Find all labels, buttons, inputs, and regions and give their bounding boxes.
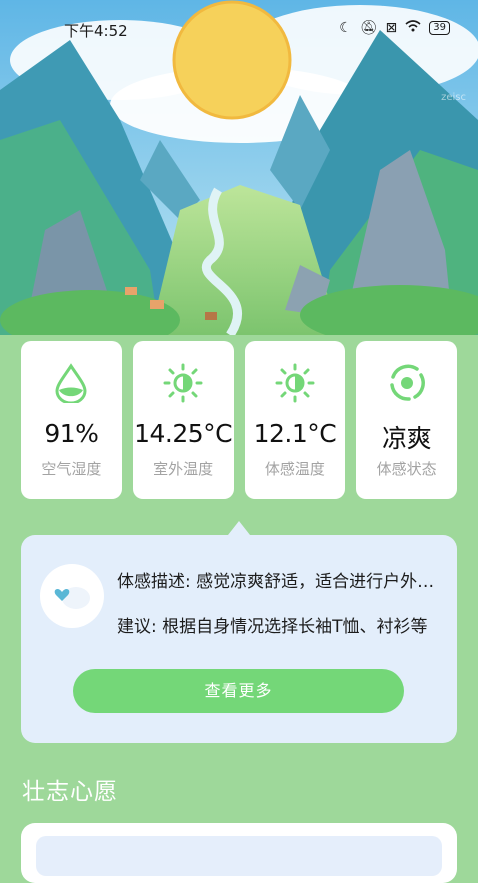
feel-description: 体感描述: 感觉凉爽舒适，适合进行户外活动 (117, 572, 435, 592)
wish-card-inner (36, 836, 442, 876)
hero-landscape-image (0, 0, 478, 335)
status-bar: 下午4:52 ☾ 🔕︎ ⊠ 39 (0, 18, 478, 42)
comfort-status-value: 凉爽 (382, 424, 432, 453)
card-comfort-status[interactable]: 凉爽 体感状态 (356, 341, 457, 499)
section-title: 壮志心愿 (22, 779, 118, 805)
status-time: 下午4:52 (64, 22, 128, 40)
card-humidity[interactable]: 91% 空气湿度 (21, 341, 122, 499)
panel-pointer (228, 521, 250, 535)
comfort-ring-icon (389, 364, 425, 401)
water-drop-icon (55, 363, 87, 403)
view-more-button[interactable]: 查看更多 (73, 669, 404, 713)
heart-cloud-icon (40, 564, 104, 628)
battery-icon: 39 (429, 21, 450, 35)
feels-like-label: 体感温度 (264, 460, 325, 478)
outdoor-temp-value: 14.25°C (134, 419, 233, 448)
wish-card[interactable] (21, 823, 457, 883)
bell-off-icon: 🔕︎ (359, 20, 378, 36)
comfort-status-label: 体感状态 (376, 460, 437, 478)
feels-like-value: 12.1°C (253, 419, 337, 448)
clothing-suggestion: 建议: 根据自身情况选择长袖T恤、衬衫等 (117, 617, 428, 637)
wifi-icon (405, 20, 421, 36)
card-feels-like[interactable]: 12.1°C 体感温度 (244, 341, 346, 499)
sun-icon (275, 363, 315, 403)
card-outdoor-temp[interactable]: 14.25°C 室外温度 (132, 341, 234, 499)
feel-detail-panel: 体感描述: 感觉凉爽舒适，适合进行户外活动 建议: 根据自身情况选择长袖T恤、衬… (21, 535, 457, 743)
moon-icon: ☾ (339, 20, 352, 36)
weather-metric-cards: 91% 空气湿度 14.25°C 室外温度 12.1°C 体感温度 凉爽 体感状… (21, 341, 457, 499)
outdoor-temp-label: 室外温度 (153, 460, 214, 478)
sun-icon (163, 363, 203, 403)
humidity-value: 91% (44, 419, 99, 448)
sim-off-icon: ⊠ (385, 20, 398, 36)
hero-watermark: zeisc (441, 92, 466, 103)
humidity-label: 空气湿度 (41, 460, 102, 478)
